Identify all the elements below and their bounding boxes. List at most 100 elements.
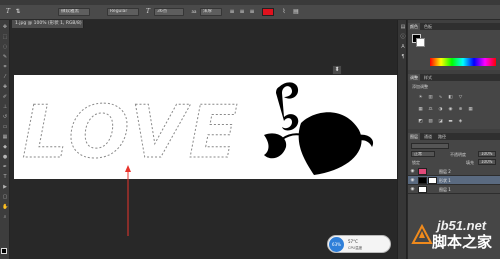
brightness-icon[interactable]: ☀: [418, 95, 423, 100]
cpu-temp-widget[interactable]: 63% 57°C CPU温度: [327, 235, 391, 253]
align-center-icon[interactable]: ≡: [238, 8, 246, 16]
paragraph-icon[interactable]: ¶: [400, 54, 406, 60]
adjustment-panel-body: 添加调整 ☀ ▥ ∿ ◧ ▽ ▦ ⚖ ◑ ◉ ⊕ ▦ ◩ ▨ ◪ ▬ ◈: [408, 81, 500, 129]
exposure-icon[interactable]: ◧: [448, 95, 453, 100]
tab-color[interactable]: 颜色: [408, 23, 420, 30]
tab-adjustments[interactable]: 调整: [408, 74, 420, 81]
zoom-tool-icon[interactable]: ⌕: [2, 214, 8, 220]
brush-tool-icon[interactable]: ✐: [2, 94, 8, 100]
antialias-select[interactable]: 浑厚: [200, 8, 222, 16]
color-panel-body: [408, 30, 500, 70]
font-style-select[interactable]: Regular: [107, 8, 139, 16]
tab-styles[interactable]: 样式: [422, 74, 434, 81]
layers-panel-tabs: 图层 通道 路径: [408, 133, 500, 140]
blur-tool-icon[interactable]: ◆: [2, 144, 8, 150]
aa-icon: aa: [191, 9, 197, 14]
canvas-artwork: LOVE: [22, 82, 374, 175]
character-icon[interactable]: A: [400, 44, 406, 50]
visibility-eye-icon[interactable]: ◉: [410, 187, 415, 192]
font-family-select[interactable]: 微软雅黑: [58, 8, 90, 16]
tab-paths[interactable]: 路径: [436, 133, 448, 140]
text-color-swatch[interactable]: [262, 8, 274, 16]
pen-tool-icon[interactable]: ✒: [2, 164, 8, 170]
gradient-tool-icon[interactable]: ▦: [2, 134, 8, 140]
font-size-select[interactable]: 36点: [154, 8, 184, 16]
blend-mode-select[interactable]: 正常: [411, 151, 435, 157]
stamp-tool-icon[interactable]: ⊥: [2, 104, 8, 110]
visibility-eye-icon[interactable]: ◉: [410, 178, 415, 183]
foreground-color[interactable]: [1, 248, 7, 254]
layer-thumbnail: [418, 186, 427, 193]
fill-label: 填充: [466, 160, 474, 165]
canvas[interactable]: LOVE: [14, 75, 399, 179]
opacity-field[interactable]: 100%: [478, 151, 496, 157]
quick-select-tool-icon[interactable]: ✎: [2, 54, 8, 60]
love-text-selection: LOVE: [22, 90, 241, 174]
leaf-shape: [264, 133, 287, 159]
adjustment-panel-tabs: 调整 样式: [408, 74, 500, 81]
eyedropper-tool-icon[interactable]: ⁄: [2, 74, 8, 80]
background-swatch[interactable]: [416, 38, 425, 47]
layer-name: 图层 1: [439, 187, 451, 192]
align-right-icon[interactable]: ≡: [248, 8, 256, 16]
history-brush-tool-icon[interactable]: ↺: [2, 114, 8, 120]
music-note-shape: [276, 82, 299, 131]
hand-tool-icon[interactable]: ✋: [2, 204, 8, 210]
hue-icon[interactable]: ▦: [418, 107, 423, 112]
dodge-tool-icon[interactable]: ●: [2, 154, 8, 160]
channel-mixer-icon[interactable]: ⊕: [458, 107, 463, 112]
cpu-label: CPU温度: [348, 246, 363, 250]
tool-strip: ✥ ⬚ ◌ ✎ ⌗ ⁄ ✚ ✐ ⊥ ↺ ▭ ▦ ◆ ● ✒ T ▶ ▢ ✋ ⌕: [0, 20, 10, 259]
temperature-value: 57°C: [348, 239, 358, 244]
layer-row[interactable]: ◉ 形状 1: [408, 176, 500, 185]
tab-swatches[interactable]: 色板: [422, 23, 434, 30]
path-select-tool-icon[interactable]: ▶: [2, 184, 8, 190]
visibility-eye-icon[interactable]: ◉: [410, 169, 415, 174]
panel-icon-column: ▤ ⓘ A ¶: [397, 20, 407, 259]
layer-kind-filter[interactable]: [411, 143, 449, 149]
tab-channels[interactable]: 通道: [422, 133, 434, 140]
posterize-icon[interactable]: ▨: [428, 119, 433, 124]
panel-icon[interactable]: ▤: [292, 8, 300, 16]
history-icon[interactable]: ▤: [400, 24, 406, 30]
tab-layers[interactable]: 图层: [408, 133, 420, 140]
fill-field[interactable]: 100%: [478, 159, 496, 165]
layer-row[interactable]: ◉ 图层 1: [408, 185, 500, 194]
layer-row[interactable]: ◉ 图层 2: [408, 167, 500, 176]
eraser-tool-icon[interactable]: ▭: [2, 124, 8, 130]
document-tab[interactable]: 1.jpg @ 100% (形状 1, RGB/8) *: [12, 20, 84, 28]
type-tool-icon[interactable]: T: [2, 174, 8, 180]
text-tool-icon[interactable]: T: [4, 8, 12, 16]
marquee-tool-icon[interactable]: ⬚: [2, 34, 8, 40]
watermark-logo-icon: [411, 223, 433, 244]
selective-color-icon[interactable]: ◈: [458, 119, 463, 124]
black-white-icon[interactable]: ◑: [438, 107, 443, 112]
move-tool-icon[interactable]: ✥: [2, 24, 8, 30]
crop-tool-icon[interactable]: ⌗: [2, 64, 8, 70]
align-left-icon[interactable]: ≡: [228, 8, 236, 16]
healing-tool-icon[interactable]: ✚: [2, 84, 8, 90]
shape-tool-icon[interactable]: ▢: [2, 194, 8, 200]
color-lookup-icon[interactable]: ▦: [468, 107, 473, 112]
layer-name: 形状 1: [439, 178, 451, 183]
levels-icon[interactable]: ▥: [428, 95, 433, 100]
gradient-map-icon[interactable]: ▬: [448, 119, 453, 124]
floating-panel-icon[interactable]: ⬍: [332, 65, 342, 75]
layer-name: 图层 2: [439, 169, 451, 174]
vibrance-icon[interactable]: ▽: [458, 95, 463, 100]
properties-icon[interactable]: ⓘ: [400, 34, 406, 40]
warp-icon[interactable]: ⌇: [280, 8, 288, 16]
color-spectrum[interactable]: [430, 58, 496, 66]
lasso-tool-icon[interactable]: ◌: [2, 44, 8, 50]
orientation-icon[interactable]: ⇅: [14, 8, 22, 16]
color-balance-icon[interactable]: ⚖: [428, 107, 433, 112]
threshold-icon[interactable]: ◪: [438, 119, 443, 124]
heart-shape: [298, 112, 362, 175]
color-panel-tabs: 颜色 色板: [408, 23, 500, 30]
layer-thumbnail: [418, 177, 427, 184]
options-bar: T ⇅ 微软雅黑 Regular T 36点 aa 浑厚 ≡ ≡ ≡ ⌇ ▤: [0, 5, 500, 20]
invert-icon[interactable]: ◩: [418, 119, 423, 124]
curves-icon[interactable]: ∿: [438, 95, 443, 100]
photo-filter-icon[interactable]: ◉: [448, 107, 453, 112]
layer-thumbnail: [418, 168, 427, 175]
